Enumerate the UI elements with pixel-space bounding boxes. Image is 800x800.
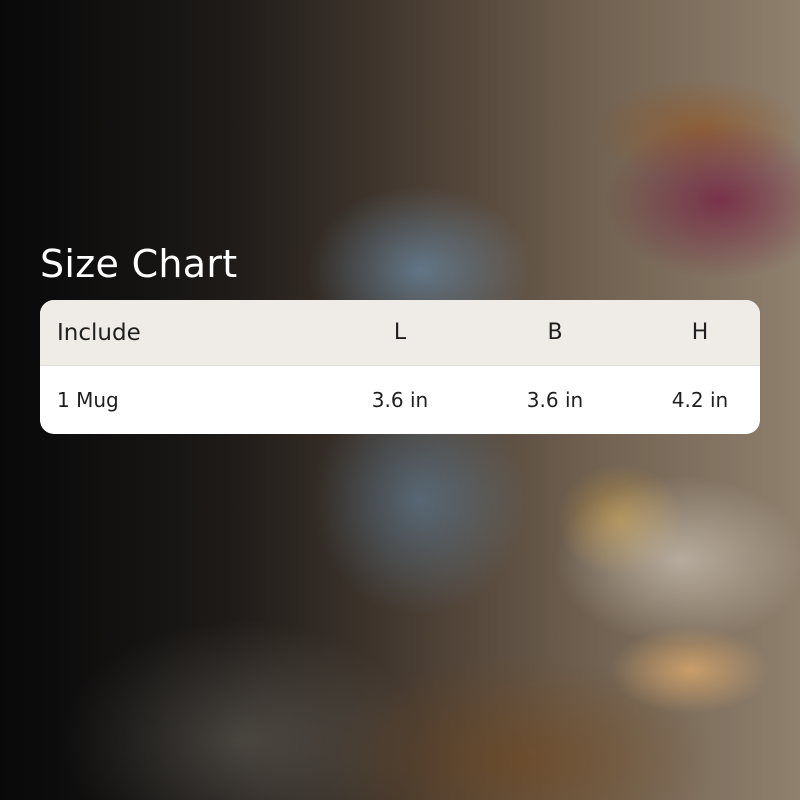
cell-length: 3.6 in bbox=[371, 388, 429, 412]
header-include: Include bbox=[57, 319, 141, 346]
header-length: L bbox=[393, 320, 407, 345]
table-header-row: Include L B H bbox=[40, 300, 760, 366]
header-height: H bbox=[691, 320, 709, 345]
cell-include: 1 Mug bbox=[57, 388, 119, 412]
size-chart-table: Include L B H 1 Mug 3.6 in 3.6 in 4.2 in bbox=[40, 300, 760, 434]
size-chart-title: Size Chart bbox=[40, 242, 238, 286]
cell-height: 4.2 in bbox=[671, 388, 729, 412]
cell-breadth: 3.6 in bbox=[526, 388, 584, 412]
table-row: 1 Mug 3.6 in 3.6 in 4.2 in bbox=[40, 366, 760, 434]
header-breadth: B bbox=[547, 320, 563, 345]
